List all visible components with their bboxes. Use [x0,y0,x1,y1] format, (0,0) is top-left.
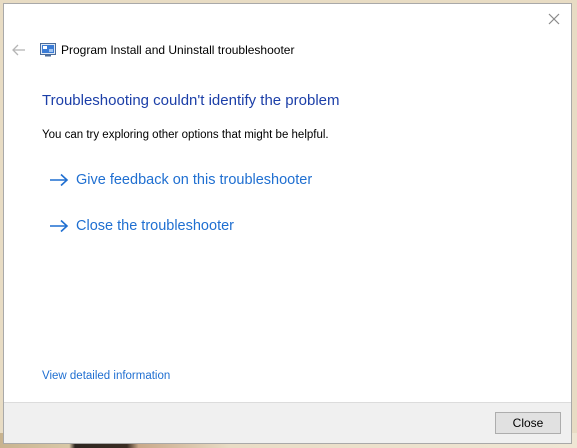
close-troubleshooter-link[interactable]: Close the troubleshooter [49,218,234,234]
back-arrow-icon[interactable] [11,42,27,58]
window-title-bar: Program Install and Uninstall troublesho… [40,41,294,59]
close-icon[interactable] [547,12,561,26]
give-feedback-link[interactable]: Give feedback on this troubleshooter [49,172,312,188]
view-detailed-information-link[interactable]: View detailed information [42,370,170,382]
troubleshooter-app-icon [40,43,56,57]
dialog-footer: Close [4,402,571,443]
right-arrow-icon [50,173,69,187]
page-description: You can try exploring other options that… [42,129,329,141]
close-troubleshooter-label: Close the troubleshooter [76,218,234,234]
page-heading: Troubleshooting couldn't identify the pr… [42,92,340,109]
close-button[interactable]: Close [495,412,561,434]
right-arrow-icon [50,219,69,233]
troubleshooter-window: Program Install and Uninstall troublesho… [3,3,572,444]
give-feedback-label: Give feedback on this troubleshooter [76,172,313,188]
window-title: Program Install and Uninstall troublesho… [61,43,295,57]
